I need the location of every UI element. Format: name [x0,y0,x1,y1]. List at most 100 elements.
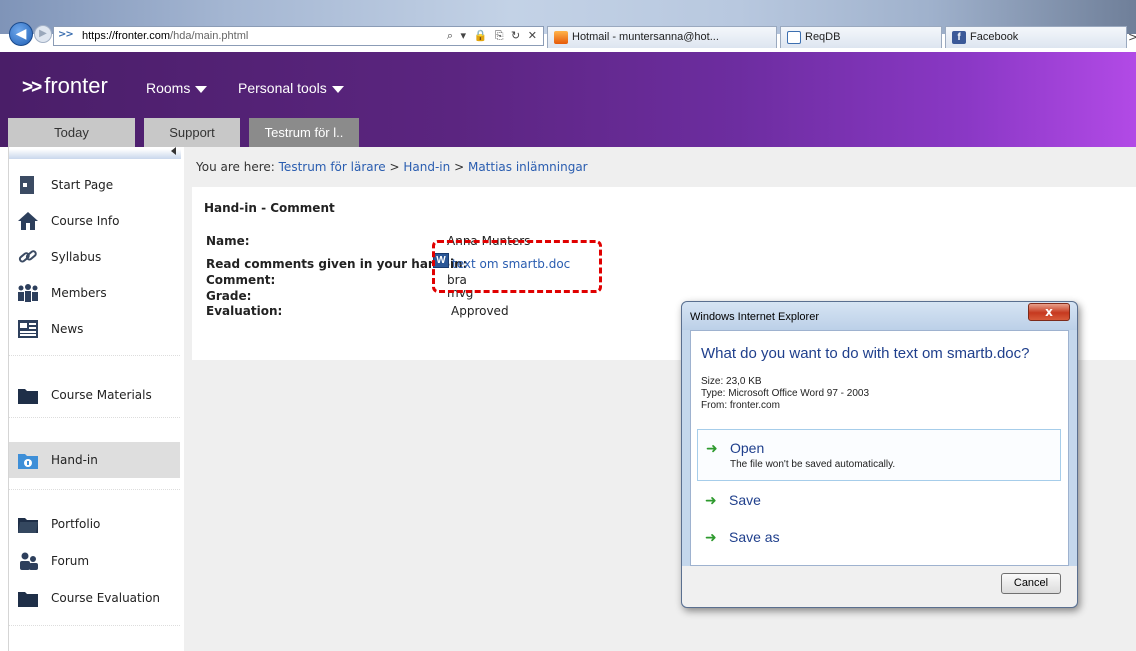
breadcrumb-separator: > [454,160,465,174]
sidebar-item-members[interactable]: Members [9,275,180,311]
sidebar-item-label: Course Materials [51,388,152,402]
sidebar-item-label: News [51,322,84,336]
close-button[interactable]: x [1028,303,1070,321]
handin-folder-icon [18,454,38,469]
file-source: From: fronter.com [701,400,780,411]
sidebar-item-portfolio[interactable]: Portfolio [9,506,180,542]
sidebar-item-news[interactable]: News [9,311,180,347]
room-tab-today[interactable]: Today [8,118,135,147]
green-arrow-icon: ➜ [706,441,718,457]
dialog-question: What do you want to do with text om smar… [701,345,1030,362]
facebook-icon: f [952,31,966,44]
save-as-option[interactable]: ➜ Save as [697,526,1061,552]
forum-icon [20,552,38,570]
dialog-body: What do you want to do with text om smar… [690,330,1069,566]
fronter-logo[interactable]: >> fronter [22,73,108,99]
reqdb-icon [787,31,801,44]
close-icon: x [1045,305,1053,319]
start-page-icon [20,176,34,194]
address-bar[interactable]: >> https://fronter.com/hda/main.phtml ⌕ … [53,26,544,46]
file-type: Type: Microsoft Office Word 97 - 2003 [701,388,870,399]
open-option-description: The file won't be saved automatically. [730,459,896,470]
name-value: Anna Munters [447,234,531,248]
address-bar-icons[interactable]: ⌕ ▾ 🔒 ⎘ ↻ ✕ [447,29,539,43]
caret-down-icon [195,85,208,93]
open-option-label: Open [730,440,765,456]
comment-value: bra [447,273,467,287]
browser-tab-facebook[interactable]: f Facebook [945,26,1127,48]
comment-label: Comment: [206,273,276,287]
sidebar-item-course-info[interactable]: Course Info [9,203,180,239]
sidebar-item-course-evaluation[interactable]: Course Evaluation [9,580,180,616]
browser-tab-hotmail[interactable]: Hotmail - muntersanna@hot... [547,26,777,48]
address-url-path: /hda/main.phtml [170,30,249,42]
browser-tab-reqdb[interactable]: ReqDB [780,26,942,48]
room-tab-testrum[interactable]: Testrum för l.. [249,118,359,147]
sidebar-header-strip [9,149,181,159]
collapse-sidebar-icon[interactable] [171,147,176,155]
forward-arrow-icon: ▶ [39,28,47,39]
browser-tab-label: ReqDB [805,31,841,43]
word-document-icon[interactable]: W [433,253,449,268]
breadcrumb-prefix: You are here: [196,160,275,174]
sidebar-item-label: Course Info [51,214,120,228]
grade-value: mvg [447,286,474,300]
open-option[interactable]: ➜ Open The file won't be saved automatic… [697,429,1061,481]
page-title: Hand-in - Comment [204,201,335,215]
save-option[interactable]: ➜ Save [697,489,1061,515]
green-arrow-icon: ➜ [705,493,717,509]
sidebar-item-label: Start Page [51,178,114,192]
cancel-button[interactable]: Cancel [1001,573,1061,594]
breadcrumb-link[interactable]: Mattias inlämningar [468,160,588,174]
sidebar-divider [9,417,180,418]
save-as-option-label: Save as [729,529,780,545]
comment-file-link[interactable]: text om smartb.doc [452,257,570,271]
breadcrumb-separator: > [389,160,400,174]
sidebar-item-syllabus[interactable]: Syllabus [9,239,180,275]
members-icon [18,284,38,302]
rooms-menu-label: Rooms [146,80,191,96]
name-label: Name: [206,234,250,248]
address-url[interactable]: https://fronter.com/hda/main.phtml [82,30,248,42]
sidebar: Start Page Course Info Syllabus Members … [8,147,184,651]
fronter-header: >> fronter Rooms Personal tools Today Sup… [0,52,1136,147]
sidebar-item-label: Course Evaluation [51,591,161,605]
sidebar-divider [9,489,180,490]
download-dialog: Windows Internet Explorer x What do you … [681,301,1078,608]
sidebar-item-start-page[interactable]: Start Page [9,167,180,203]
logo-arrows: >> [22,77,42,98]
personal-tools-menu[interactable]: Personal tools [238,80,344,96]
back-button[interactable]: ◀ [9,22,33,46]
sidebar-item-hand-in[interactable]: Hand-in [9,442,180,478]
sidebar-item-label: Hand-in [51,453,98,467]
sidebar-item-label: Members [51,286,107,300]
hotmail-icon [554,31,568,44]
comments-file-label: Read comments given in your hand-in: [206,257,468,271]
more-tabs-icon[interactable]: > [1128,30,1136,44]
link-icon [18,250,37,263]
caret-down-icon [331,85,344,93]
sidebar-item-label: Syllabus [51,250,102,264]
folder-icon [18,592,38,607]
forward-button[interactable]: ▶ [34,25,52,43]
dialog-titlebar[interactable]: Windows Internet Explorer x [682,302,1077,330]
file-size: Size: 23,0 KB [701,376,762,387]
breadcrumb: You are here: Testrum för lärare > Hand-… [196,160,588,174]
room-tab-support[interactable]: Support [144,118,240,147]
save-option-label: Save [729,492,761,508]
browser-tab-label: Hotmail - muntersanna@hot... [572,31,719,43]
breadcrumb-link[interactable]: Hand-in [403,160,450,174]
rooms-menu[interactable]: Rooms [146,80,208,96]
evaluation-value: Approved [451,304,509,318]
sidebar-item-label: Forum [51,554,90,568]
sidebar-item-forum[interactable]: Forum [9,543,180,579]
home-icon [18,212,38,230]
site-icon: >> [58,29,74,40]
sidebar-divider [9,625,180,626]
breadcrumb-link[interactable]: Testrum för lärare [279,160,386,174]
evaluation-label: Evaluation: [206,304,283,318]
grade-label: Grade: [206,289,252,303]
sidebar-item-course-materials[interactable]: Course Materials [9,377,180,413]
folder-icon [18,389,38,404]
news-icon [18,320,38,338]
